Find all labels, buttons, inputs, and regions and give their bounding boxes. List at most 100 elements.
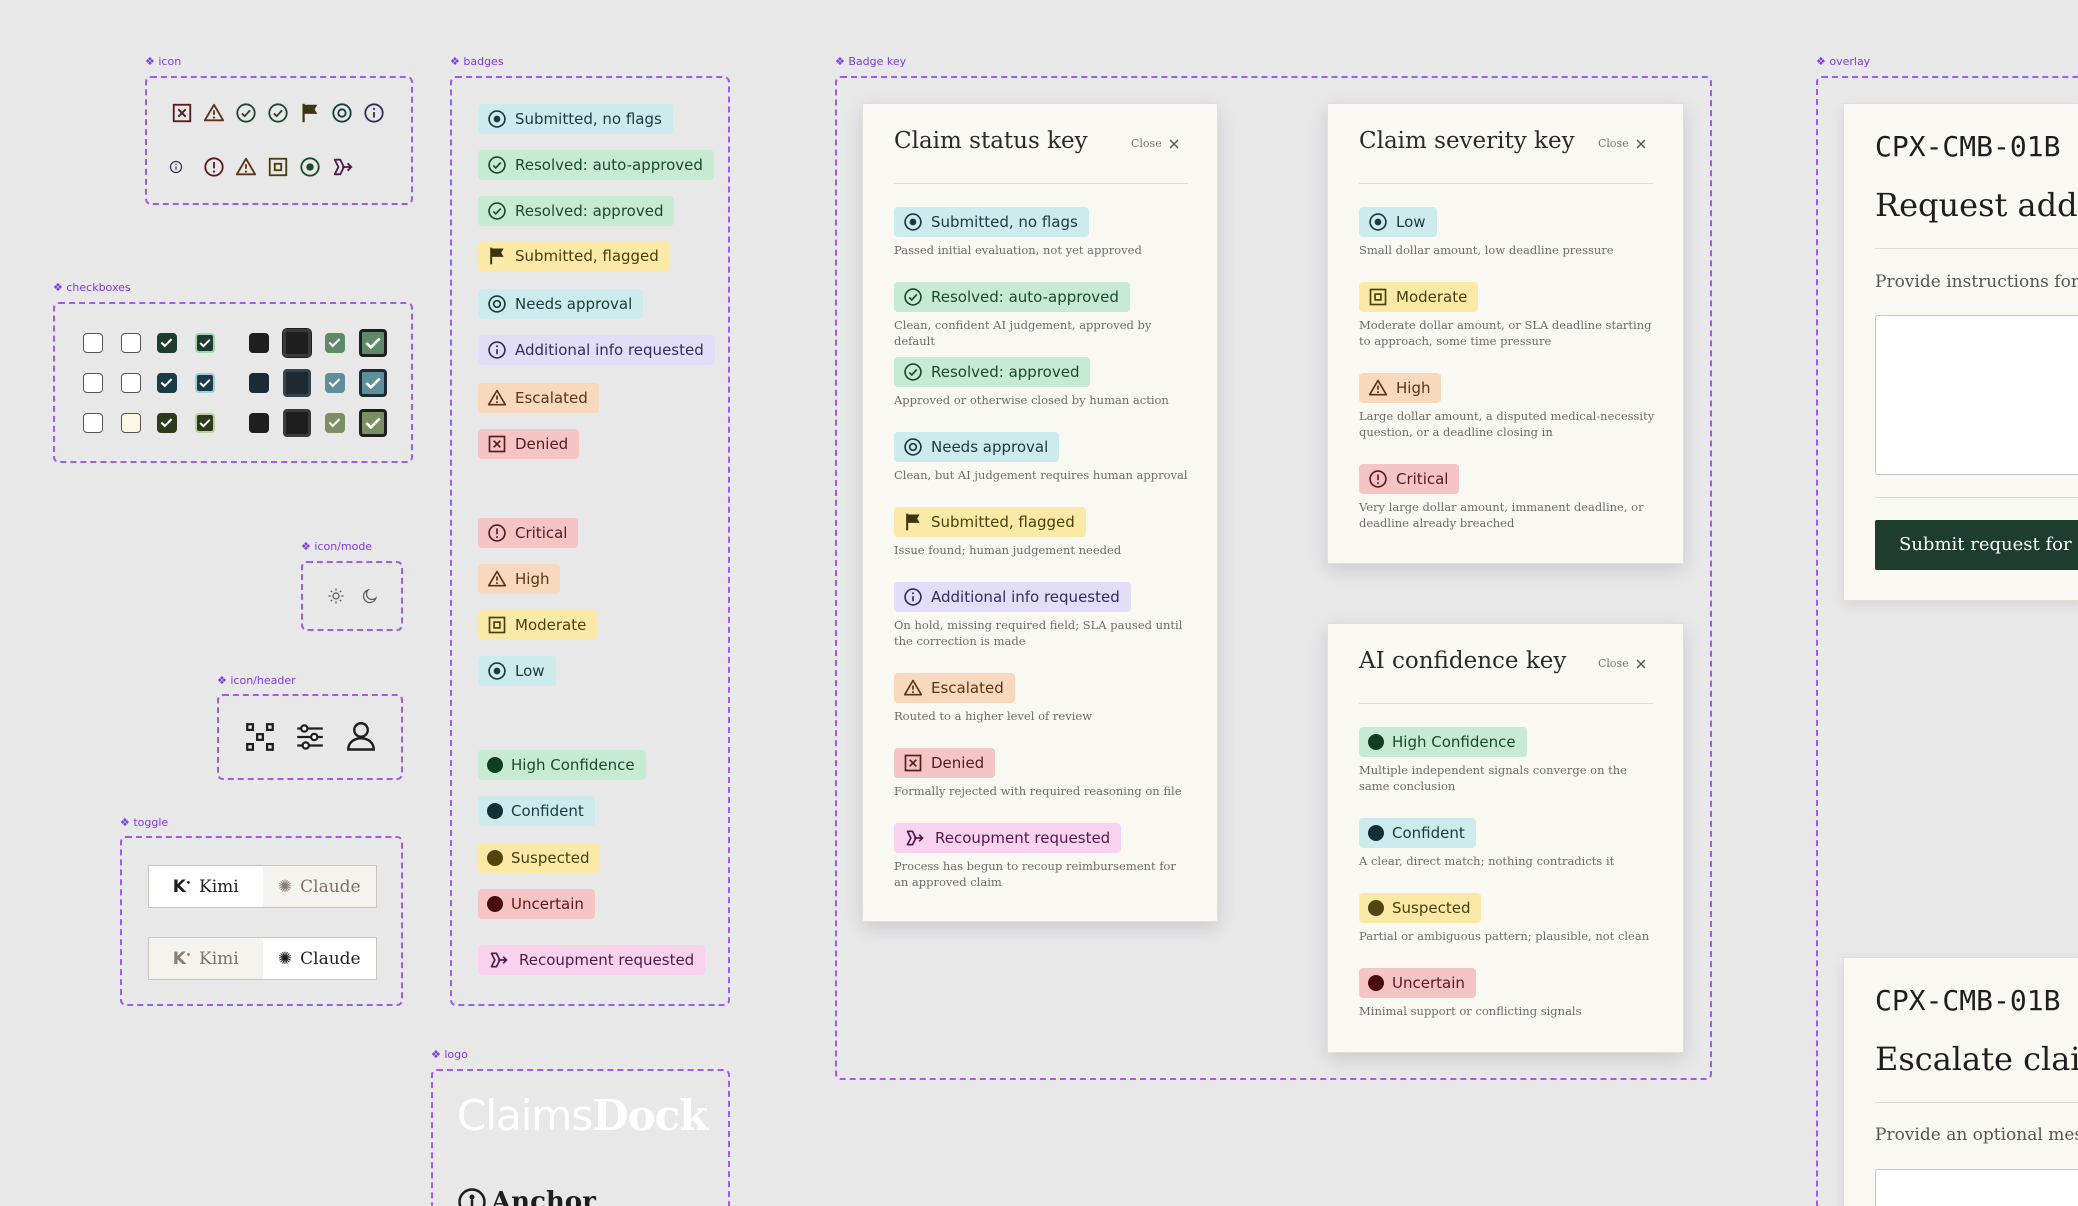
model-toggle[interactable]: K• Kimi ✺ Claude [148,865,377,908]
divider [1875,497,2078,498]
toggle-option-kimi[interactable]: K• Kimi [149,866,263,907]
badge-description: Minimal support or conflicting signals [1359,1004,1582,1018]
badge-submitted-flagged: Submitted, flagged [478,241,670,271]
sliders-icon[interactable] [293,720,327,754]
component-label-toggle: ❖ toggle [120,816,169,829]
toggle-option-kimi[interactable]: K• Kimi [149,938,263,979]
close-button[interactable]: Close [1598,657,1647,670]
checkbox-dark-checked[interactable] [325,333,345,353]
close-icon [1169,139,1179,148]
badges-frame: Submitted, no flags Resolved: auto-appro… [450,76,730,1006]
badge-description: Partial or ambiguous pattern; plausible,… [1359,929,1650,943]
checkbox-dark-checked[interactable] [325,373,345,393]
claim-id: CPX-CMB-01B [1875,984,2061,1017]
checkbox-dark-checked[interactable] [325,413,345,433]
badge-escalated: Escalated [894,673,1015,703]
moon-icon[interactable] [361,587,379,605]
modal-title: Claim status key [894,128,1088,154]
check-circle-icon [268,103,288,123]
claude-spark-icon: ✺ [277,876,293,897]
submit-request-button[interactable]: Submit request for a [1875,520,2078,570]
checkbox-checked-hover[interactable] [195,373,215,393]
badge-description: On hold, missing required field; SLA pau… [894,618,1183,648]
info-circle-icon [169,160,183,174]
checkbox-dark-checked-focus[interactable] [359,369,387,397]
badge-description: Clean, confident AI judgement, approved … [894,318,1152,348]
target-circle-icon [488,110,506,128]
triangle-alert-icon [203,103,225,122]
badge-uncertain: Uncertain [1359,968,1476,998]
instructions-textarea[interactable] [1875,315,2078,475]
checkbox-dark-focus[interactable] [283,409,311,437]
badge-suspected: Suspected [478,843,601,873]
checkbox-dark-checked-focus[interactable] [359,329,387,357]
close-icon [1636,659,1646,668]
component-label-icon: ❖ icon [145,55,182,68]
checkbox-checked-hover[interactable] [195,413,215,433]
checkbox-dark-focus[interactable] [282,328,312,358]
checkbox-unchecked[interactable] [83,333,103,353]
badge-critical: Critical [1359,464,1460,494]
badge-uncertain: Uncertain [478,889,595,919]
anchor-logo: Anchor [457,1187,596,1206]
claude-spark-icon: ✺ [277,948,293,969]
checkbox-dark-checked-focus[interactable] [359,409,387,437]
kimi-logo-icon: K• [172,948,192,969]
target-circle-icon [904,438,922,456]
workflow-icon[interactable] [243,720,277,754]
flag-icon [490,247,504,265]
checkbox-unchecked[interactable] [83,373,103,393]
claim-id: CPX-CMB-01B [1875,130,2061,163]
close-button[interactable]: Close [1598,137,1647,150]
divider [1875,1102,2078,1103]
message-textarea[interactable] [1875,1169,2078,1206]
badge-high-confidence: High Confidence [478,750,646,780]
badge-confident: Confident [1359,818,1476,848]
badge-description: Small dollar amount, low deadline pressu… [1359,243,1614,257]
checkbox-unchecked-hover[interactable] [121,333,141,353]
confidence-dot-icon [1368,975,1384,991]
toggle-option-claude[interactable]: ✺ Claude [263,866,377,907]
checkbox-unchecked[interactable] [83,413,103,433]
close-icon [1636,139,1646,148]
badge-submitted-no-flags: Submitted, no flags [894,207,1089,237]
badge-description: Process has begun to recoup reimbursemen… [894,859,1176,889]
checkbox-checked-hover[interactable] [195,333,215,353]
anchor-icon [458,1188,486,1206]
confidence-dot-icon [487,850,503,866]
request-info-overlay: CPX-CMB-01B Request addit Provide instru… [1843,103,2078,601]
model-toggle[interactable]: K• Kimi ✺ Claude [148,937,377,980]
badge-submitted-no-flags: Submitted, no flags [478,104,673,134]
badge-description: Passed initial evaluation, not yet appro… [894,243,1142,257]
target-circle-icon [1369,213,1387,231]
claim-severity-key-modal: Claim severity key Close Low Small dolla… [1327,103,1684,564]
badge-description: Formally rejected with required reasonin… [894,784,1182,798]
badge-recoupment-requested: Recoupment requested [894,823,1122,853]
checkbox-dark[interactable] [249,413,269,433]
badge-description: Issue found; human judgement needed [894,543,1122,557]
badge-denied: Denied [478,429,580,459]
logo-frame: ClaimsDock Anchor [431,1069,730,1206]
badge-description: Large dollar amount, a disputed medical-… [1359,409,1655,439]
instructions-label: Provide instructions for i [1875,272,2078,292]
checkbox-checked[interactable] [157,413,177,433]
checkbox-unchecked-hover[interactable] [121,413,141,433]
badge-description: Routed to a higher level of review [894,709,1093,723]
checkbox-dark[interactable] [249,373,269,393]
user-icon[interactable] [343,718,379,754]
confidence-dot-icon [487,896,503,912]
checkbox-unchecked-hover[interactable] [121,373,141,393]
check-circle-icon [904,363,922,381]
checkbox-dark-focus[interactable] [283,369,311,397]
close-button[interactable]: Close [1131,137,1180,150]
badge-resolved-approved: Resolved: approved [478,196,675,226]
toggle-option-claude[interactable]: ✺ Claude [262,938,376,979]
checkbox-checked[interactable] [157,333,177,353]
sun-icon[interactable] [327,587,345,605]
checkbox-checked[interactable] [157,373,177,393]
target-square-icon [488,616,506,634]
badge-low: Low [1359,207,1437,237]
badge-additional-info: Additional info requested [894,582,1131,612]
overlay-title: Escalate claim [1875,1040,2078,1078]
checkbox-dark[interactable] [249,333,269,353]
